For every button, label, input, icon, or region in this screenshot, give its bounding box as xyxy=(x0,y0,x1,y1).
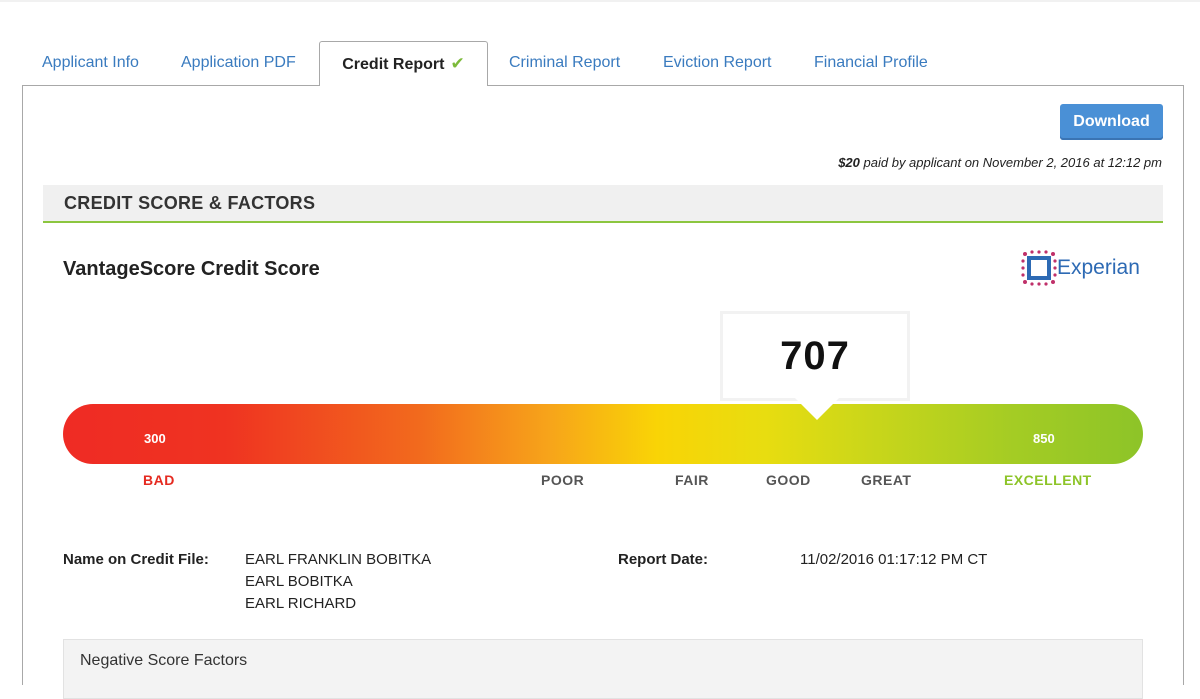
negative-factors-section[interactable]: Negative Score Factors xyxy=(63,639,1143,699)
download-button[interactable]: Download xyxy=(1060,104,1163,140)
name-on-file-values: EARL FRANKLIN BOBITKA EARL BOBITKA EARL … xyxy=(245,549,431,615)
score-min-label: 300 xyxy=(144,431,166,446)
rating-good: GOOD xyxy=(766,472,811,488)
rating-great: GREAT xyxy=(861,472,912,488)
report-date-label: Report Date: xyxy=(618,551,709,568)
top-divider xyxy=(0,0,1200,2)
rating-fair: FAIR xyxy=(675,472,709,488)
name-on-file-label: Name on Credit File: xyxy=(63,551,209,568)
credit-score-value: 707 xyxy=(780,334,850,378)
experian-logo: Experian xyxy=(1021,250,1151,286)
tab-label: Financial Profile xyxy=(814,54,928,71)
tab-eviction-report[interactable]: Eviction Report xyxy=(663,41,772,85)
tab-label: Criminal Report xyxy=(509,54,621,71)
score-title: VantageScore Credit Score xyxy=(63,258,320,280)
section-header: CREDIT SCORE & FACTORS xyxy=(43,185,1163,223)
score-gradient-bar xyxy=(63,404,1143,464)
rating-bad: BAD xyxy=(143,472,175,488)
name-entry: EARL BOBITKA xyxy=(245,573,353,590)
tab-criminal-report[interactable]: Criminal Report xyxy=(509,41,620,85)
report-date-value: 11/02/2016 01:17:12 PM CT xyxy=(800,551,988,568)
score-value-box: 707 xyxy=(720,311,910,401)
experian-name: Experian xyxy=(1057,256,1140,279)
tab-credit-report[interactable]: Credit Report ✔ xyxy=(319,41,488,86)
experian-logo-icon xyxy=(1021,250,1057,286)
name-entry: EARL FRANKLIN BOBITKA xyxy=(245,551,432,568)
rating-poor: POOR xyxy=(541,472,585,488)
paid-amount: $20 xyxy=(838,155,860,170)
check-icon: ✔ xyxy=(450,54,465,73)
tab-label: Application PDF xyxy=(181,54,296,71)
rating-excellent: EXCELLENT xyxy=(1004,472,1092,488)
tab-application-pdf[interactable]: Application PDF xyxy=(181,41,296,85)
credit-report-panel: Download $20 paid by applicant on Novemb… xyxy=(22,85,1184,699)
score-pointer xyxy=(795,398,839,420)
payment-note: $20 paid by applicant on November 2, 201… xyxy=(838,155,1162,170)
name-entry: EARL RICHARD xyxy=(245,595,357,612)
score-max-label: 850 xyxy=(1033,431,1055,446)
negative-factors-title: Negative Score Factors xyxy=(80,652,248,669)
paid-text: paid by applicant on November 2, 2016 at… xyxy=(859,155,1162,170)
section-title: CREDIT SCORE & FACTORS xyxy=(64,193,316,213)
tab-label: Credit Report xyxy=(342,56,445,73)
tab-label: Applicant Info xyxy=(42,54,139,71)
tab-financial-profile[interactable]: Financial Profile xyxy=(814,41,928,85)
report-tabs: Applicant Info Application PDF Credit Re… xyxy=(22,41,1184,86)
tab-label: Eviction Report xyxy=(663,54,772,71)
tab-applicant-info[interactable]: Applicant Info xyxy=(42,41,139,85)
